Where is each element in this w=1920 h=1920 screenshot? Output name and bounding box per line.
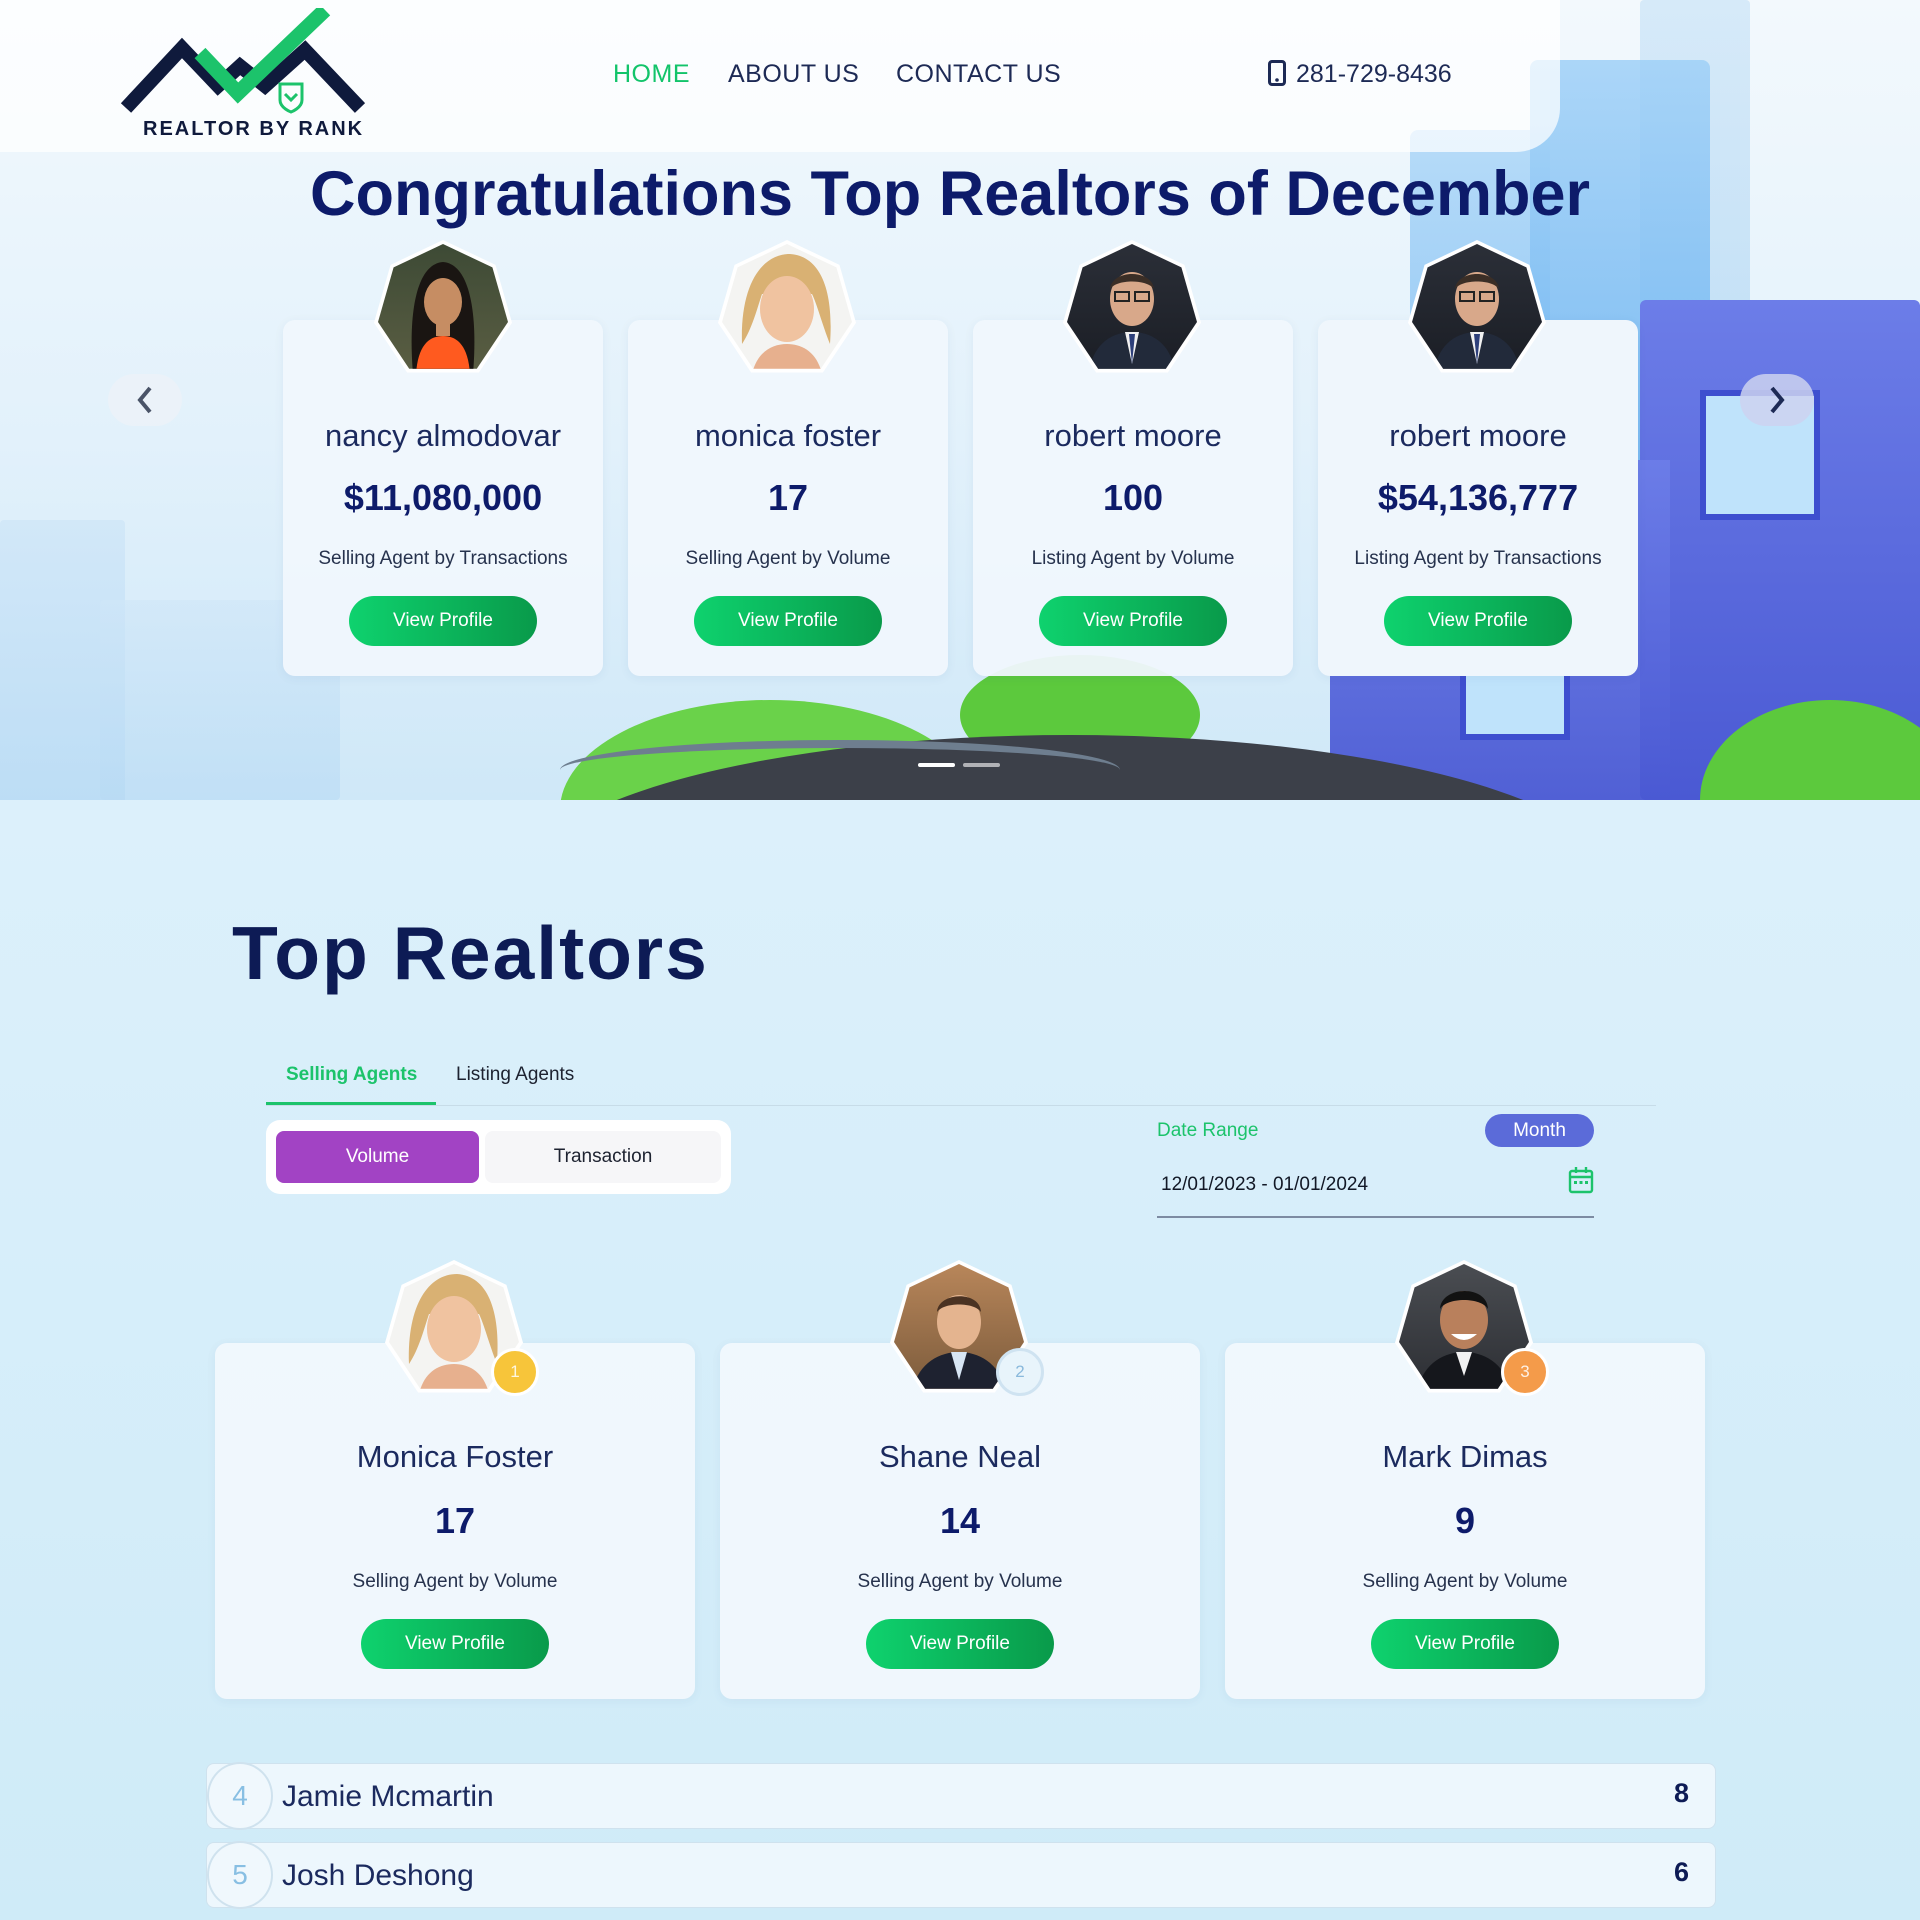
road-rail [560, 740, 1120, 800]
view-profile-button[interactable]: View Profile [349, 596, 537, 646]
list-realtor-name: Josh Deshong [282, 1859, 474, 1892]
rank-badge-3: 3 [1501, 1348, 1549, 1396]
chevron-right-icon [1770, 386, 1785, 414]
view-profile-button[interactable]: View Profile [1384, 596, 1572, 646]
view-profile-button[interactable]: View Profile [1039, 596, 1227, 646]
date-range-label: Date Range [1157, 1120, 1259, 1141]
logo-wordmark: REALTOR BY RANK [143, 118, 365, 140]
ranked-list-row[interactable]: 4 Jamie Mcmartin 8 [206, 1762, 1716, 1830]
realtor-name: nancy almodovar [324, 418, 562, 453]
realtor-name: Monica Foster [356, 1439, 554, 1474]
realtor-name: robert moore [1044, 418, 1222, 453]
nav-home[interactable]: HOME [613, 60, 690, 89]
realtor-value: $54,136,777 [1377, 477, 1579, 518]
realtor-value: 17 [434, 1500, 476, 1541]
carousel-next-button[interactable] [1740, 374, 1814, 426]
realtor-name: Mark Dimas [1382, 1439, 1548, 1474]
carousel-dot-active[interactable] [918, 763, 955, 767]
hero-banner: REALTOR BY RANK HOME ABOUT US CONTACT US… [0, 0, 1920, 800]
list-rank: 4 [207, 1762, 273, 1830]
person-photo [741, 254, 831, 369]
realtor-category: Listing Agent by Volume [1031, 548, 1235, 569]
section-title: Top Realtors [232, 911, 709, 995]
rank-badge-2: 2 [996, 1348, 1044, 1396]
view-profile-button[interactable]: View Profile [1371, 1619, 1559, 1669]
realtor-category: Selling Agent by Volume [685, 548, 891, 569]
realtor-value: 14 [939, 1500, 981, 1541]
calendar-icon[interactable] [1568, 1166, 1594, 1194]
hero-realtor-card: monica foster 17 Selling Agent by Volume… [628, 320, 948, 676]
hero-realtor-card: robert moore 100 Listing Agent by Volume… [973, 320, 1293, 676]
podium-card: Shane Neal 14 Selling Agent by Volume Vi… [720, 1343, 1200, 1699]
realtor-category: Selling Agent by Transactions [318, 548, 568, 569]
podium-card: Monica Foster 17 Selling Agent by Volume… [215, 1343, 695, 1699]
phone-number: 281-729-8436 [1296, 60, 1452, 88]
nav-contact-us[interactable]: CONTACT US [896, 60, 1061, 89]
volume-toggle-button[interactable]: Volume [276, 1131, 479, 1183]
hero-title: Congratulations Top Realtors of December [310, 159, 1590, 229]
phone-link[interactable]: 281-729-8436 [1268, 60, 1452, 89]
person-photo [1434, 272, 1520, 369]
realtor-category: Selling Agent by Volume [857, 1571, 1063, 1592]
realtor-value: 9 [1454, 1500, 1476, 1541]
list-realtor-value: 8 [1673, 1778, 1689, 1808]
chevron-left-icon [137, 386, 152, 414]
view-profile-button[interactable]: View Profile [361, 1619, 549, 1669]
podium-card: Mark Dimas 9 Selling Agent by Volume Vie… [1225, 1343, 1705, 1699]
metric-toggle: Volume Transaction [266, 1120, 731, 1194]
realtor-category: Listing Agent by Transactions [1354, 548, 1602, 569]
realtor-value: 100 [1102, 477, 1164, 518]
nav-about-us[interactable]: ABOUT US [728, 60, 859, 89]
agent-type-tabs: Selling Agents Listing Agents [266, 1056, 1656, 1106]
realtor-category: Selling Agent by Volume [352, 1571, 558, 1592]
list-realtor-name: Jamie Mcmartin [282, 1780, 494, 1813]
tab-selling-agents[interactable]: Selling Agents [286, 1064, 417, 1086]
view-profile-button[interactable]: View Profile [694, 596, 882, 646]
realtor-name: monica foster [694, 418, 882, 453]
active-tab-indicator [266, 1102, 436, 1105]
list-realtor-value: 6 [1673, 1857, 1689, 1887]
carousel-indicators [918, 763, 1000, 767]
rank-badge-1: 1 [491, 1348, 539, 1396]
realtor-name: Shane Neal [878, 1439, 1041, 1474]
list-rank: 5 [207, 1841, 273, 1909]
ranked-list-row[interactable]: 5 Josh Deshong 6 [206, 1841, 1716, 1909]
top-realtors-section: Top Realtors Selling Agents Listing Agen… [0, 800, 1920, 1920]
person-photo [411, 262, 475, 369]
realtor-value: $11,080,000 [343, 477, 543, 518]
transaction-toggle-button[interactable]: Transaction [485, 1131, 721, 1183]
realtor-value: 17 [767, 477, 809, 518]
carousel-dot[interactable] [963, 763, 1000, 767]
realtor-category: Selling Agent by Volume [1362, 1571, 1568, 1592]
person-photo [1089, 272, 1175, 369]
carousel-prev-button[interactable] [108, 374, 182, 426]
date-range-value: 12/01/2023 - 01/01/2024 [1161, 1174, 1369, 1195]
hero-realtor-card: nancy almodovar $11,080,000 Selling Agen… [283, 320, 603, 676]
period-month-button[interactable]: Month [1485, 1114, 1594, 1147]
date-range-input[interactable]: 12/01/2023 - 01/01/2024 [1157, 1160, 1594, 1218]
view-profile-button[interactable]: View Profile [866, 1619, 1054, 1669]
tab-listing-agents[interactable]: Listing Agents [456, 1064, 574, 1086]
hero-realtor-card: robert moore $54,136,777 Listing Agent b… [1318, 320, 1638, 676]
realtor-name: robert moore [1389, 418, 1567, 453]
mobile-phone-icon [1268, 60, 1286, 86]
